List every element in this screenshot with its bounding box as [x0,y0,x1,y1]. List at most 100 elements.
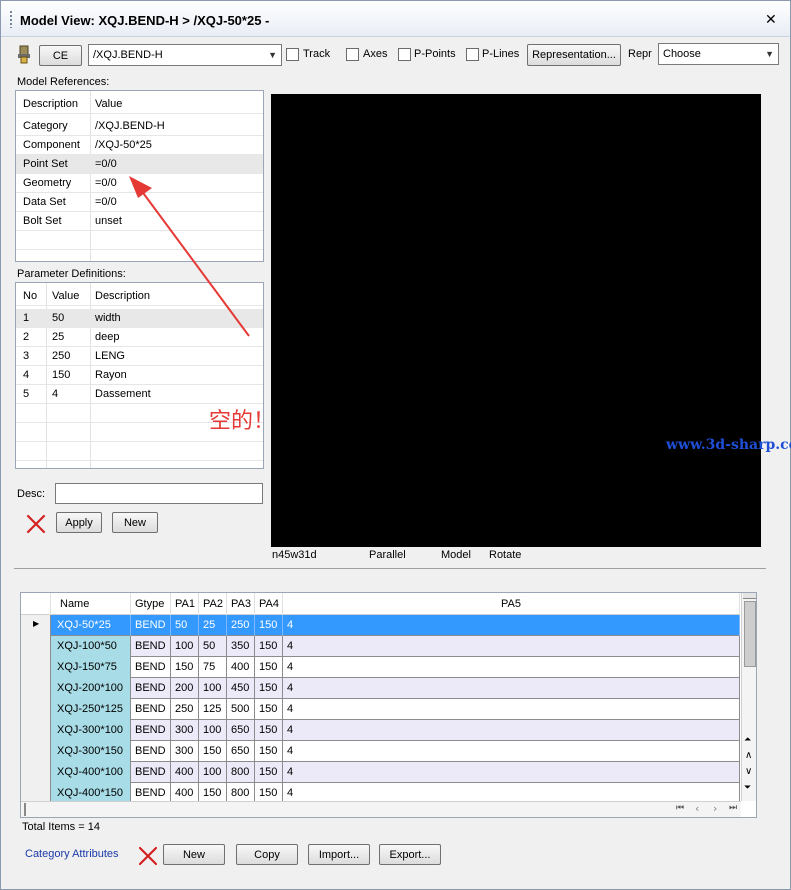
row-pa4: 150 [255,615,283,636]
row-pa5: 4 [283,615,740,636]
element-path-value: /XQJ.BEND-H [93,49,163,61]
export-button[interactable]: Export... [379,844,441,865]
row-pa3: 650 [227,741,255,762]
column-header[interactable]: PA4 [255,593,283,615]
column-header[interactable]: Name [51,593,131,615]
param-description: LENG [95,350,125,362]
category-attributes-link[interactable]: Category Attributes [25,848,119,860]
delete-x-icon[interactable] [26,514,46,534]
model-view-window: Model View: XQJ.BEND-H > /XQJ-50*25 - ✕ … [0,0,791,890]
scroll-right-icon[interactable]: › [713,802,717,815]
ce-button[interactable]: CE [39,45,82,66]
projection-label: Parallel [369,549,406,561]
row-gtype: BEND [131,762,171,783]
scroll-last-icon[interactable]: ⏭ [729,803,737,813]
table-row[interactable]: XQJ-250*125 BEND 250 125 500 150 4 [21,699,740,720]
paint-brush-icon[interactable] [15,44,35,64]
param-value: 4 [52,388,59,400]
column-header[interactable]: PA1 [171,593,199,615]
column-header[interactable]: PA5 [283,593,740,615]
scroll-bottom-icon[interactable]: ⏷ [744,783,751,793]
desc-input[interactable] [55,483,263,504]
table-row[interactable]: 5 4 Dassement [16,385,263,404]
row-pa1: 50 [171,615,199,636]
scroll-top-icon[interactable]: ⏶ [744,735,751,745]
scroll-up-icon[interactable]: ∧ [745,750,752,761]
plines-checkbox[interactable] [466,48,479,61]
column-header: No [23,290,38,302]
row-header[interactable] [21,762,51,783]
apply-button[interactable]: Apply [56,512,102,533]
column-header: Value [52,290,80,302]
ppoints-checkbox[interactable] [398,48,411,61]
row-gtype: BEND [131,615,171,636]
row-header[interactable] [21,657,51,678]
table-row[interactable]: XQJ-300*100 BEND 300 100 650 150 4 [21,720,740,741]
column-header[interactable]: Gtype [131,593,171,615]
param-no: 2 [23,331,30,343]
row-header[interactable] [21,720,51,741]
title-bar[interactable]: Model View: XQJ.BEND-H > /XQJ-50*25 - ✕ [1,1,790,37]
row-header[interactable] [21,636,51,657]
row-name: XQJ-100*50 [51,636,131,657]
table-row[interactable]: XQJ-100*50 BEND 100 50 350 150 4 [21,636,740,657]
scroll-first-icon[interactable]: ⏮ [676,803,684,813]
scroll-up-arrow-icon[interactable] [743,593,756,599]
chevron-down-icon: ▼ [268,50,277,60]
current-row-arrow-icon: ▶ [33,619,40,628]
column-header: Value [95,98,123,110]
delete-x-icon[interactable] [138,846,158,866]
table-row[interactable]: XQJ-150*75 BEND 150 75 400 150 4 [21,657,740,678]
row-header[interactable] [21,699,51,720]
row-description: Category [23,120,68,132]
param-description: deep [95,331,120,343]
track-checkbox[interactable] [286,48,299,61]
table-row[interactable]: 3 250 LENG [16,347,263,366]
import-button[interactable]: Import... [308,844,370,865]
scroll-thumb[interactable] [744,601,756,667]
row-value: =0/0 [95,177,117,189]
axes-checkbox[interactable] [346,48,359,61]
column-header[interactable]: PA2 [199,593,227,615]
row-header[interactable] [21,678,51,699]
horizontal-scrollbar[interactable]: ⏮ ‹ › ⏭ [21,801,741,817]
representation-button[interactable]: Representation... [527,44,621,66]
components-table: Name Gtype PA1 PA2 PA3 PA4 PA5 ▶ XQJ-50*2… [20,592,757,818]
new-button[interactable]: New [112,512,158,533]
row-value: =0/0 [95,196,117,208]
drag-grip-icon[interactable] [9,10,13,28]
new-component-button[interactable]: New [163,844,225,865]
row-pa3: 800 [227,762,255,783]
param-value: 25 [52,331,65,343]
row-header[interactable] [21,741,51,762]
scroll-down-icon[interactable]: ∨ [745,766,752,777]
table-row[interactable]: 4 150 Rayon [16,366,263,385]
element-path-select[interactable]: /XQJ.BEND-H ▼ [88,44,282,66]
row-gtype: BEND [131,720,171,741]
copy-button[interactable]: Copy [236,844,298,865]
scroll-thumb[interactable] [24,803,26,816]
close-icon[interactable]: ✕ [765,12,777,28]
row-gtype: BEND [131,678,171,699]
table-row[interactable]: Category /XQJ.BEND-H [16,117,263,136]
table-row[interactable]: ▶ XQJ-50*25 BEND 50 25 250 150 4 [21,615,740,636]
scroll-left-icon[interactable]: ‹ [695,802,699,815]
column-header[interactable]: PA3 [227,593,255,615]
table-row[interactable]: XQJ-200*100 BEND 200 100 450 150 4 [21,678,740,699]
row-gtype: BEND [131,699,171,720]
row-name: XQJ-300*150 [51,741,131,762]
table-row [16,442,263,461]
3d-viewport[interactable] [271,94,761,547]
table-row[interactable]: XQJ-400*100 BEND 400 100 800 150 4 [21,762,740,783]
row-pa4: 150 [255,720,283,741]
row-pa5: 4 [283,699,740,720]
repr-select[interactable]: Choose ▼ [658,43,779,65]
table-row[interactable]: XQJ-300*150 BEND 300 150 650 150 4 [21,741,740,762]
param-no: 5 [23,388,30,400]
row-name: XQJ-50*25 [51,615,131,636]
divider [14,568,766,569]
table-row[interactable]: Point Set =0/0 [16,155,263,174]
table-row[interactable]: Component /XQJ-50*25 [16,136,263,155]
row-header[interactable]: ▶ [21,615,51,636]
vertical-scrollbar[interactable]: ⏶ ∧ ∨ ⏷ [741,593,756,801]
